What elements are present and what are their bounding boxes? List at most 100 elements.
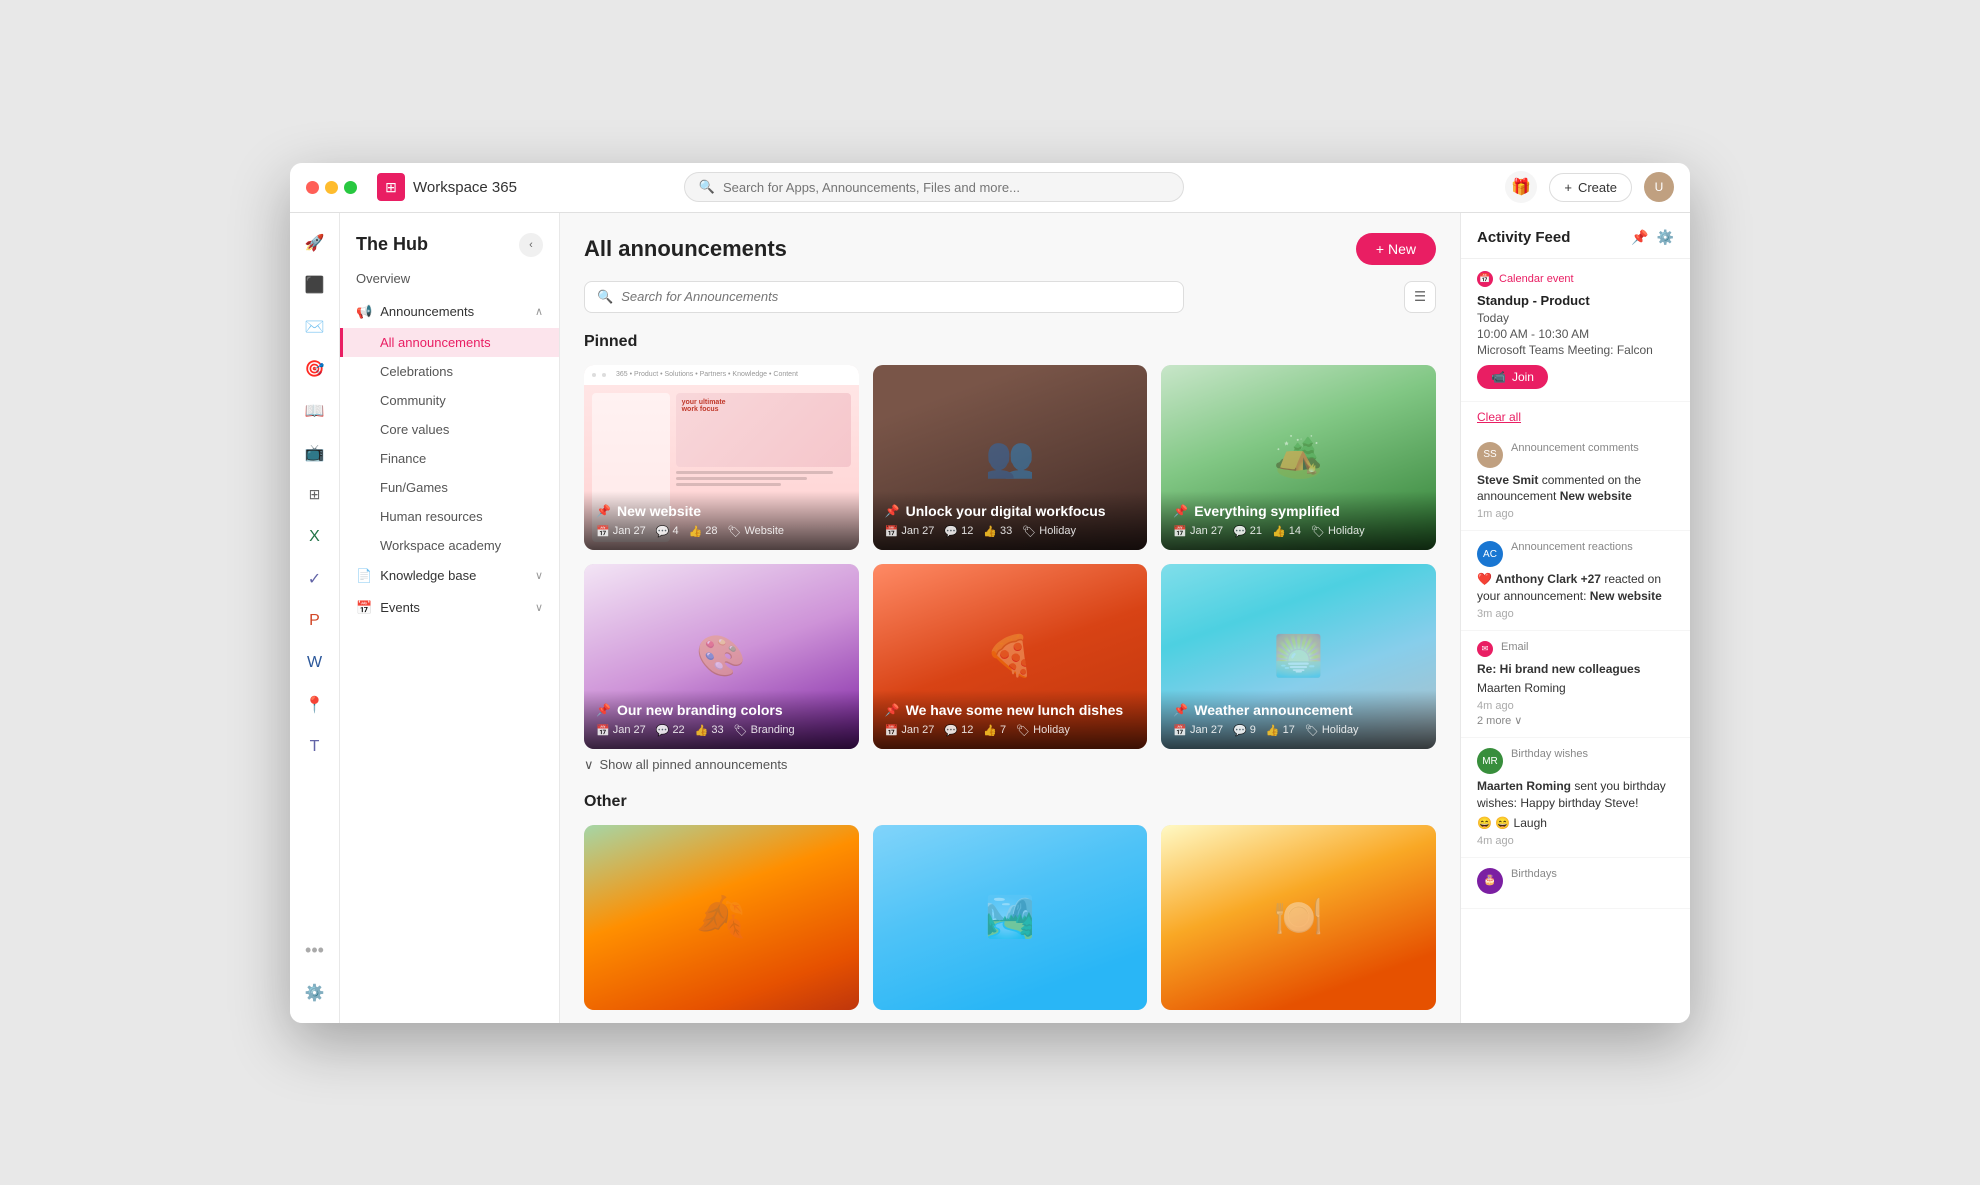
activity-item-birthday-header: MR Birthday wishes — [1477, 748, 1674, 774]
nav-item-human-resources[interactable]: Human resources — [340, 502, 559, 531]
activity-item-2: AC Announcement reactions ❤️ Anthony Cla… — [1461, 531, 1690, 631]
create-label: Create — [1578, 180, 1617, 195]
calendar-badge-dot: 📅 — [1477, 271, 1493, 287]
join-button[interactable]: 📹 Join — [1477, 365, 1548, 389]
card-title-text: Unlock your digital workfocus — [906, 503, 1106, 519]
collapse-button[interactable]: ‹ — [519, 233, 543, 257]
card-other-1[interactable] — [584, 825, 859, 1010]
sidebar-icon-book[interactable]: 📖 — [297, 393, 333, 429]
main-content: All announcements + New 🔍 ☰ Pinned 3 — [560, 213, 1460, 1023]
settings-feed-icon[interactable]: ⚙️ — [1657, 229, 1674, 246]
announcement-search[interactable]: 🔍 — [584, 281, 1184, 313]
card-other-3[interactable] — [1161, 825, 1436, 1010]
sidebar-icon-check[interactable]: ✓ — [297, 561, 333, 597]
hub-title: The Hub — [356, 234, 428, 255]
pin-icon: 📌 — [885, 504, 900, 518]
announcements-icon: 📢 — [356, 304, 372, 320]
card-tag: 🏷 Website — [728, 525, 785, 538]
card-digital-workfocus[interactable]: 📌 Unlock your digital workfocus 📅 Jan 27… — [873, 365, 1148, 550]
pin-icon: 📌 — [1173, 504, 1188, 518]
nav-section-knowledge-base[interactable]: 📄 Knowledge base ∨ — [340, 560, 559, 592]
filter-button[interactable]: ☰ — [1404, 281, 1436, 313]
nav-section-events[interactable]: 📅 Events ∨ — [340, 592, 559, 624]
global-search-input[interactable] — [723, 180, 1169, 195]
activity-feed-icons: 📌 ⚙️ — [1631, 229, 1674, 246]
activity-item-birthdays: 🎂 Birthdays — [1461, 858, 1690, 909]
maximize-button[interactable] — [344, 181, 357, 194]
content-header: All announcements + New — [584, 233, 1436, 265]
activity-birthday-text: Maarten Roming sent you birthday wishes:… — [1477, 778, 1674, 812]
app-title: Workspace 365 — [413, 179, 517, 196]
sidebar-icon-ppt[interactable]: P — [297, 603, 333, 639]
global-search-bar[interactable]: 🔍 — [684, 172, 1184, 202]
pinned-cards-grid: 365 • Product • Solutions • Partners • K… — [584, 365, 1436, 749]
minimize-button[interactable] — [325, 181, 338, 194]
nav-item-finance[interactable]: Finance — [340, 444, 559, 473]
sidebar-icon-mail[interactable]: ✉️ — [297, 309, 333, 345]
activity-avatar-birthday: MR — [1477, 748, 1503, 774]
card-branding-colors[interactable]: 📌 Our new branding colors 📅 Jan 27 💬 22 … — [584, 564, 859, 749]
nav-section-announcements-header[interactable]: 📢 Announcements ∧ — [340, 296, 559, 328]
user-avatar[interactable]: U — [1644, 172, 1674, 202]
card-comments: 💬 12 — [944, 525, 973, 538]
card-date: 📅 Jan 27 — [885, 724, 935, 737]
logo-icon: ⊞ — [377, 173, 405, 201]
sidebar-icon-apps[interactable]: ⊞ — [297, 477, 333, 513]
knowledge-base-chevron: ∨ — [535, 569, 543, 582]
card-likes: 👍 33 — [983, 525, 1012, 538]
announcement-search-input[interactable] — [621, 289, 1171, 304]
calendar-badge-label: Calendar event — [1499, 273, 1574, 285]
create-button[interactable]: + Create — [1549, 173, 1632, 202]
card-comments: 💬 21 — [1233, 525, 1262, 538]
card-tag: 🏷 Holiday — [1311, 525, 1365, 538]
clear-all-button[interactable]: Clear all — [1461, 402, 1690, 432]
close-button[interactable] — [306, 181, 319, 194]
sidebar-icon-rocket[interactable]: 🚀 — [297, 225, 333, 261]
events-label-group: 📅 Events — [356, 600, 420, 616]
nav-item-all-announcements[interactable]: All announcements — [340, 328, 559, 357]
show-all-pinned-button[interactable]: ∨ Show all pinned announcements — [584, 757, 1436, 773]
activity-avatar-1: SS — [1477, 442, 1503, 468]
card-date: 📅 Jan 27 — [1173, 525, 1223, 538]
card-title-text: We have some new lunch dishes — [906, 702, 1124, 718]
join-label: Join — [1512, 370, 1534, 384]
nav-item-core-values[interactable]: Core values — [340, 415, 559, 444]
calendar-icon: 📅 — [1479, 273, 1490, 284]
card-comments: 💬 12 — [944, 724, 973, 737]
sidebar-icon-more[interactable]: ••• — [297, 933, 333, 969]
events-chevron: ∨ — [535, 601, 543, 614]
sidebar-icon-grid[interactable]: ⬛ — [297, 267, 333, 303]
sidebar-icon-teams[interactable]: T — [297, 729, 333, 765]
nav-item-celebrations[interactable]: Celebrations — [340, 357, 559, 386]
sidebar-icon-tv[interactable]: 📺 — [297, 435, 333, 471]
sidebar-icon-excel[interactable]: X — [297, 519, 333, 555]
new-button[interactable]: + New — [1356, 233, 1436, 265]
activity-type-2: Announcement reactions — [1511, 541, 1633, 553]
card-title-text: Weather announcement — [1194, 702, 1352, 718]
gift-button[interactable]: 🎁 — [1505, 171, 1537, 203]
activity-item-birthday-wishes: MR Birthday wishes Maarten Roming sent y… — [1461, 738, 1690, 857]
activity-text-1: Steve Smit commented on the announcement… — [1477, 472, 1674, 506]
nav-item-workspace-academy[interactable]: Workspace academy — [340, 531, 559, 560]
icon-sidebar: 🚀 ⬛ ✉️ 🎯 📖 📺 ⊞ X ✓ P W 📍 T ••• ⚙️ — [290, 213, 340, 1023]
activity-time-2: 3m ago — [1477, 608, 1674, 620]
nav-item-fun-games[interactable]: Fun/Games — [340, 473, 559, 502]
nav-section-announcements: 📢 Announcements ∧ All announcements Cele… — [340, 296, 559, 560]
sidebar-icon-target[interactable]: 🎯 — [297, 351, 333, 387]
card-new-website[interactable]: 365 • Product • Solutions • Partners • K… — [584, 365, 859, 550]
activity-email-more[interactable]: 2 more ∨ — [1477, 714, 1674, 727]
card-weather-announcement[interactable]: 📌 Weather announcement 📅 Jan 27 💬 9 👍 17… — [1161, 564, 1436, 749]
card-everything-symplified[interactable]: 📌 Everything symplified 📅 Jan 27 💬 21 👍 … — [1161, 365, 1436, 550]
card-other-2[interactable] — [873, 825, 1148, 1010]
card-lunch-dishes[interactable]: 📌 We have some new lunch dishes 📅 Jan 27… — [873, 564, 1148, 749]
knowledge-base-label-group: 📄 Knowledge base — [356, 568, 476, 584]
nav-item-community[interactable]: Community — [340, 386, 559, 415]
settings-icon[interactable]: ⚙️ — [297, 975, 333, 1011]
activity-email-subject: Re: Hi brand new colleagues — [1477, 661, 1674, 678]
nav-item-overview[interactable]: Overview — [340, 265, 559, 292]
traffic-lights — [306, 181, 357, 194]
sidebar-icon-map[interactable]: 📍 — [297, 687, 333, 723]
pin-icon: 📌 — [885, 703, 900, 717]
sidebar-icon-word[interactable]: W — [297, 645, 333, 681]
pin-feed-icon[interactable]: 📌 — [1631, 229, 1648, 246]
